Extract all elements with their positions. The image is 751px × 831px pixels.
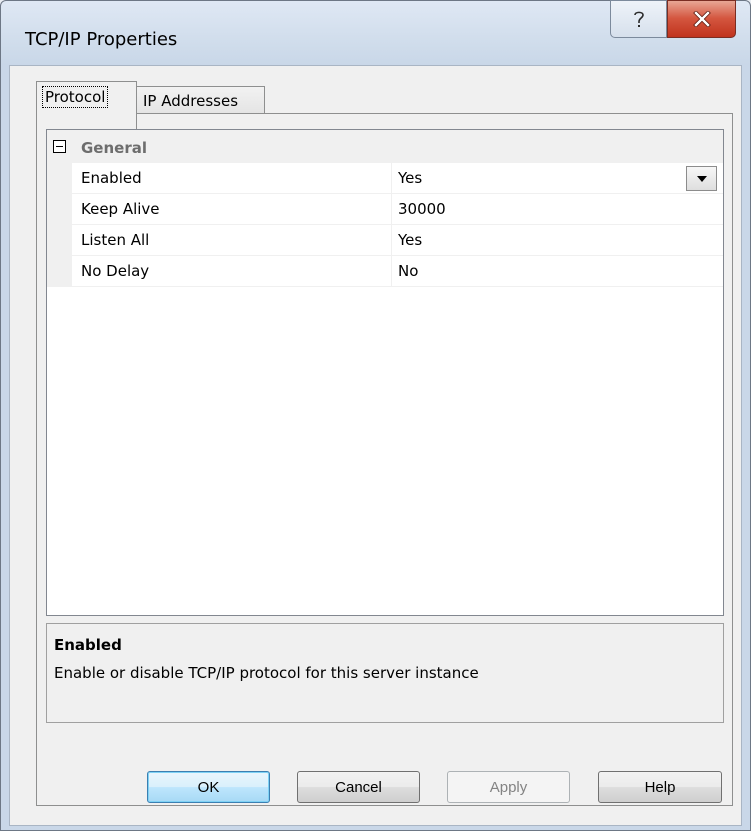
property-row-enabled[interactable]: Enabled Yes [72, 163, 723, 194]
property-grid[interactable]: General Enabled Yes Keep Alive 30000 Lis… [46, 129, 724, 616]
property-name: Keep Alive [81, 200, 160, 218]
cancel-button[interactable]: Cancel [297, 771, 420, 803]
tab-protocol[interactable]: Protocol [36, 81, 137, 129]
close-x-icon [692, 11, 711, 27]
window-title: TCP/IP Properties [25, 29, 178, 50]
description-title: Enabled [54, 636, 122, 654]
property-name: Enabled [81, 169, 142, 187]
dialog-client-area: IP Addresses General Enabled Yes Keep Al… [9, 65, 742, 826]
question-mark-icon [633, 11, 644, 27]
description-text: Enable or disable TCP/IP protocol for th… [54, 664, 479, 682]
column-separator [391, 163, 392, 193]
close-button[interactable] [667, 0, 736, 38]
property-name: No Delay [81, 262, 150, 280]
help-button[interactable] [610, 0, 667, 38]
dropdown-arrow-icon [696, 175, 707, 182]
dialog-window: TCP/IP Properties IP Addresses General E… [0, 0, 751, 831]
protocol-tab-panel: General Enabled Yes Keep Alive 30000 Lis… [36, 113, 733, 806]
property-value[interactable]: No [398, 262, 418, 280]
property-row-no-delay[interactable]: No Delay No [72, 256, 723, 287]
title-bar[interactable]: TCP/IP Properties [1, 0, 750, 65]
tab-protocol-label: Protocol [42, 86, 109, 108]
property-value[interactable]: Yes [398, 169, 422, 187]
column-separator [391, 225, 392, 255]
tab-ip-addresses-label: IP Addresses [143, 92, 239, 110]
tab-ip-addresses[interactable]: IP Addresses [136, 86, 265, 116]
column-separator [391, 256, 392, 286]
property-name: Listen All [81, 231, 150, 249]
collapse-minus-icon[interactable] [53, 140, 66, 153]
apply-button[interactable]: Apply [447, 771, 570, 803]
property-row-listen-all[interactable]: Listen All Yes [72, 225, 723, 256]
description-pane: Enabled Enable or disable TCP/IP protoco… [46, 623, 724, 723]
category-row-general[interactable]: General [47, 130, 723, 163]
property-row-keep-alive[interactable]: Keep Alive 30000 [72, 194, 723, 225]
ok-button[interactable]: OK [147, 771, 270, 803]
property-value[interactable]: Yes [398, 231, 422, 249]
column-separator [391, 194, 392, 224]
help-dialog-button[interactable]: Help [598, 771, 722, 803]
dropdown-button[interactable] [686, 166, 717, 191]
property-value[interactable]: 30000 [398, 200, 446, 218]
category-label: General [81, 139, 147, 157]
